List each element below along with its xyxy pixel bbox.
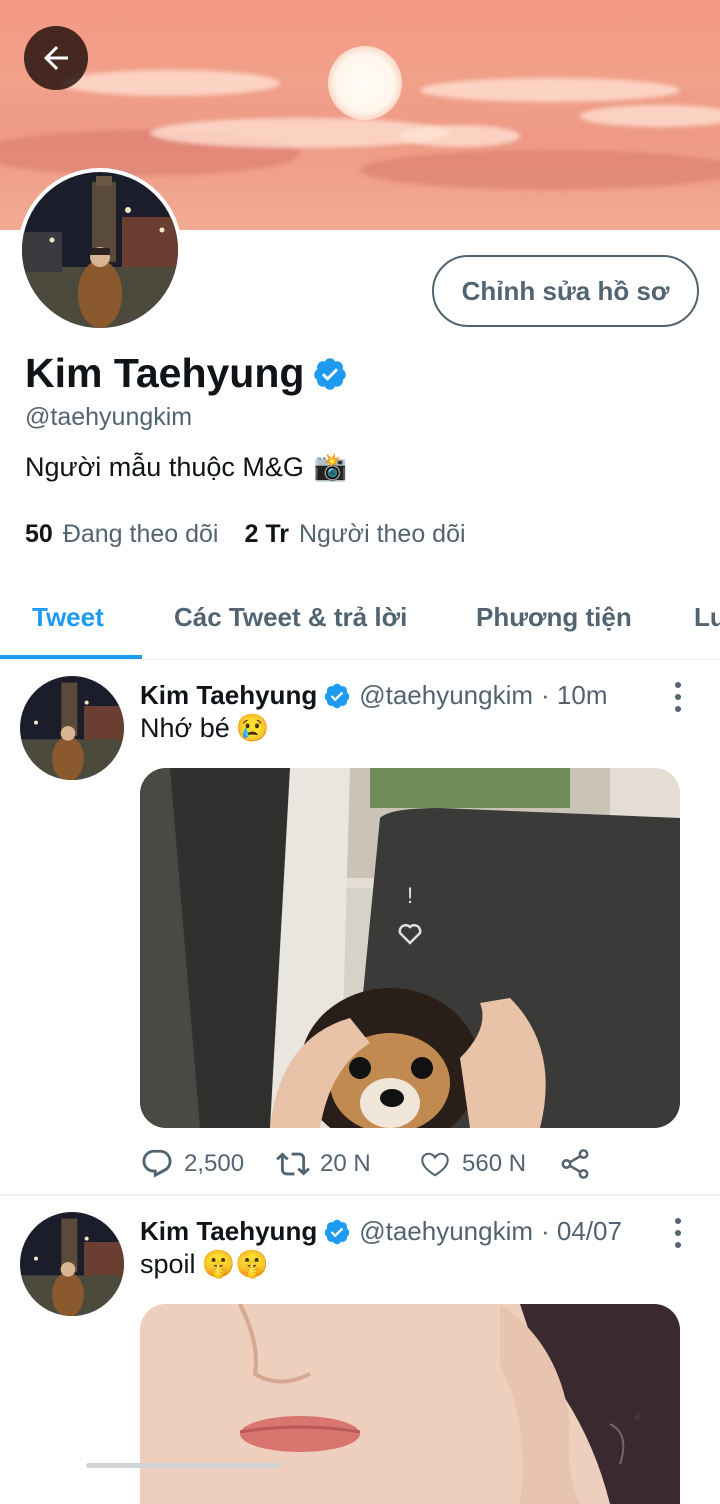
bio-text: Người mẫu thuộc M&G [25,451,304,482]
profile-avatar[interactable] [18,168,182,332]
retweet-button[interactable]: 20 N [276,1144,371,1184]
verified-badge-icon [314,357,347,390]
like-count: 560 N [462,1150,527,1177]
following-count[interactable]: 50 [25,520,53,549]
profile-handle: @taehyungkim [25,403,193,431]
tweet-avatar[interactable] [20,1212,124,1316]
profile-stats: 50 Đang theo dõi 2 Tr Người theo dõi [25,520,492,549]
followers-count[interactable]: 2 Tr [245,520,289,549]
heart-icon [421,1152,449,1177]
camera-flash-emoji: 📸 [313,452,348,482]
retweet-count: 20 N [320,1150,371,1177]
profile-tabs: Tweet Các Tweet & trả lời Phương tiện Lư [0,575,720,660]
tweet-time: · 10m [541,680,608,710]
more-options-icon[interactable] [666,1218,690,1248]
tab-likes[interactable]: Lư [694,575,720,660]
retweet-icon [276,1152,310,1176]
tweet-avatar[interactable] [20,676,124,780]
tab-media[interactable]: Phương tiện [476,575,632,660]
followers-label[interactable]: Người theo dõi [299,520,466,549]
like-button[interactable]: 560 N [418,1144,526,1184]
tab-tweets[interactable]: Tweet [32,575,104,660]
crying-face-emoji: 😢 [235,713,270,743]
tweet-text-content: Nhớ bé [140,712,230,743]
svg-text:ɕ: ɕ [635,1408,641,1422]
tweet-handle[interactable]: @taehyungkim [359,680,533,711]
shushing-face-emoji: 🤫🤫 [201,1249,269,1279]
tweet-author-name[interactable]: Kim Taehyung [140,1216,317,1247]
share-icon [561,1149,589,1179]
profile-name-row: Kim Taehyung [25,350,348,397]
edit-profile-button[interactable]: Chỉnh sửa hồ sơ [432,255,699,327]
sun-image [328,46,402,120]
scrollbar[interactable] [86,1463,281,1468]
tweet-text: Nhớ bé 😢 [140,712,269,744]
tweet-item[interactable]: Kim Taehyung @taehyungkim · 10m Nhớ bé 😢… [0,660,720,1195]
verified-badge-icon [324,1219,350,1244]
arrow-left-icon [44,46,68,70]
svg-text:!: ! [407,883,413,908]
verified-badge-icon [324,683,350,708]
more-options-icon[interactable] [666,682,690,712]
tweet-header: Kim Taehyung @taehyungkim · 10m [140,680,607,711]
share-button[interactable] [558,1144,592,1184]
tweet-actions: 2,500 20 N 560 N [140,1144,680,1184]
profile-bio: Người mẫu thuộc M&G 📸 [25,451,348,483]
tab-tweets-replies[interactable]: Các Tweet & trả lời [174,575,407,660]
reply-icon [142,1149,172,1178]
tweet-text: spoil 🤫🤫 [140,1248,269,1280]
reply-button[interactable]: 2,500 [140,1144,244,1184]
reply-count: 2,500 [184,1150,245,1177]
tweet-header: Kim Taehyung @taehyungkim · 04/07 [140,1216,622,1247]
following-label[interactable]: Đang theo dõi [63,520,219,549]
tweet-handle[interactable]: @taehyungkim [359,1216,533,1247]
tweet-photo-portrait[interactable]: ɕ [140,1304,680,1504]
tweet-item[interactable]: Kim Taehyung @taehyungkim · 04/07 spoil … [0,1196,720,1504]
tweet-text-content: spoil [140,1248,196,1279]
profile-name: Kim Taehyung [25,350,305,396]
tweet-photo-dog[interactable]: ! [140,768,680,1128]
back-button[interactable] [24,26,88,90]
tweet-author-name[interactable]: Kim Taehyung [140,680,317,711]
tweet-time: · 04/07 [541,1216,622,1246]
